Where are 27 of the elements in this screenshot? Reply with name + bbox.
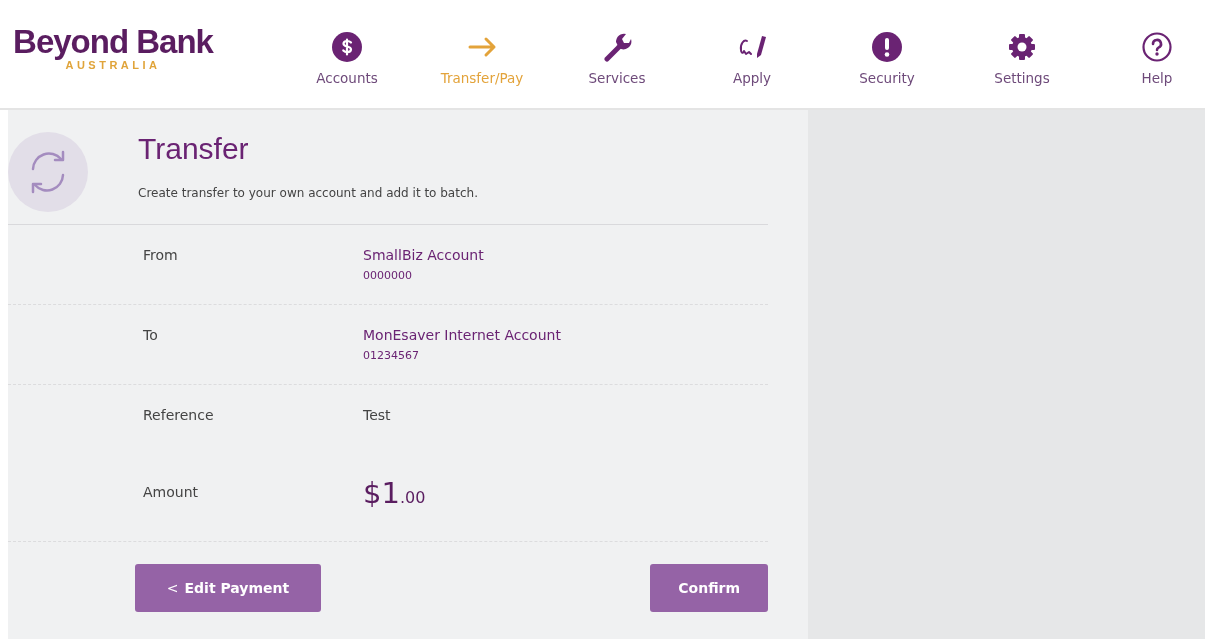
nav-tab[interactable]: Security [843, 22, 931, 86]
edit-payment-button[interactable]: < Edit Payment [135, 564, 321, 612]
gear-icon [1007, 32, 1037, 62]
dollar-icon [332, 32, 362, 62]
amount-value: $1.00 [363, 476, 426, 510]
page-title: Transfer [138, 132, 250, 166]
field-label: Amount [143, 484, 199, 502]
nav-tab[interactable]: Settings [978, 22, 1066, 86]
nav-tab[interactable]: Accounts [303, 22, 391, 86]
confirm-button[interactable]: Confirm [650, 564, 768, 612]
help-icon [1142, 32, 1172, 62]
sync-icon [8, 132, 88, 212]
bank-logo: Beyond Bank AUSTRALIA [12, 23, 215, 71]
account-name: MonEsaver Internet Account [363, 327, 561, 343]
field-label: From [143, 247, 179, 265]
account-number: 0000000 [363, 269, 413, 282]
nav-tab[interactable]: Help [1113, 22, 1201, 86]
nav-tab[interactable]: Services [573, 22, 661, 86]
reference-value: Test [363, 407, 391, 423]
wrench-icon [602, 32, 632, 62]
account-name: SmallBiz Account [363, 247, 484, 263]
exclamation-icon [872, 32, 902, 62]
page-subtitle: Create transfer to your own account and add it to batch. [138, 186, 478, 200]
account-number: 01234567 [363, 349, 420, 362]
field-label: To [143, 327, 159, 345]
field-label: Reference [143, 407, 215, 425]
nav-tab[interactable]: Apply [708, 22, 796, 86]
